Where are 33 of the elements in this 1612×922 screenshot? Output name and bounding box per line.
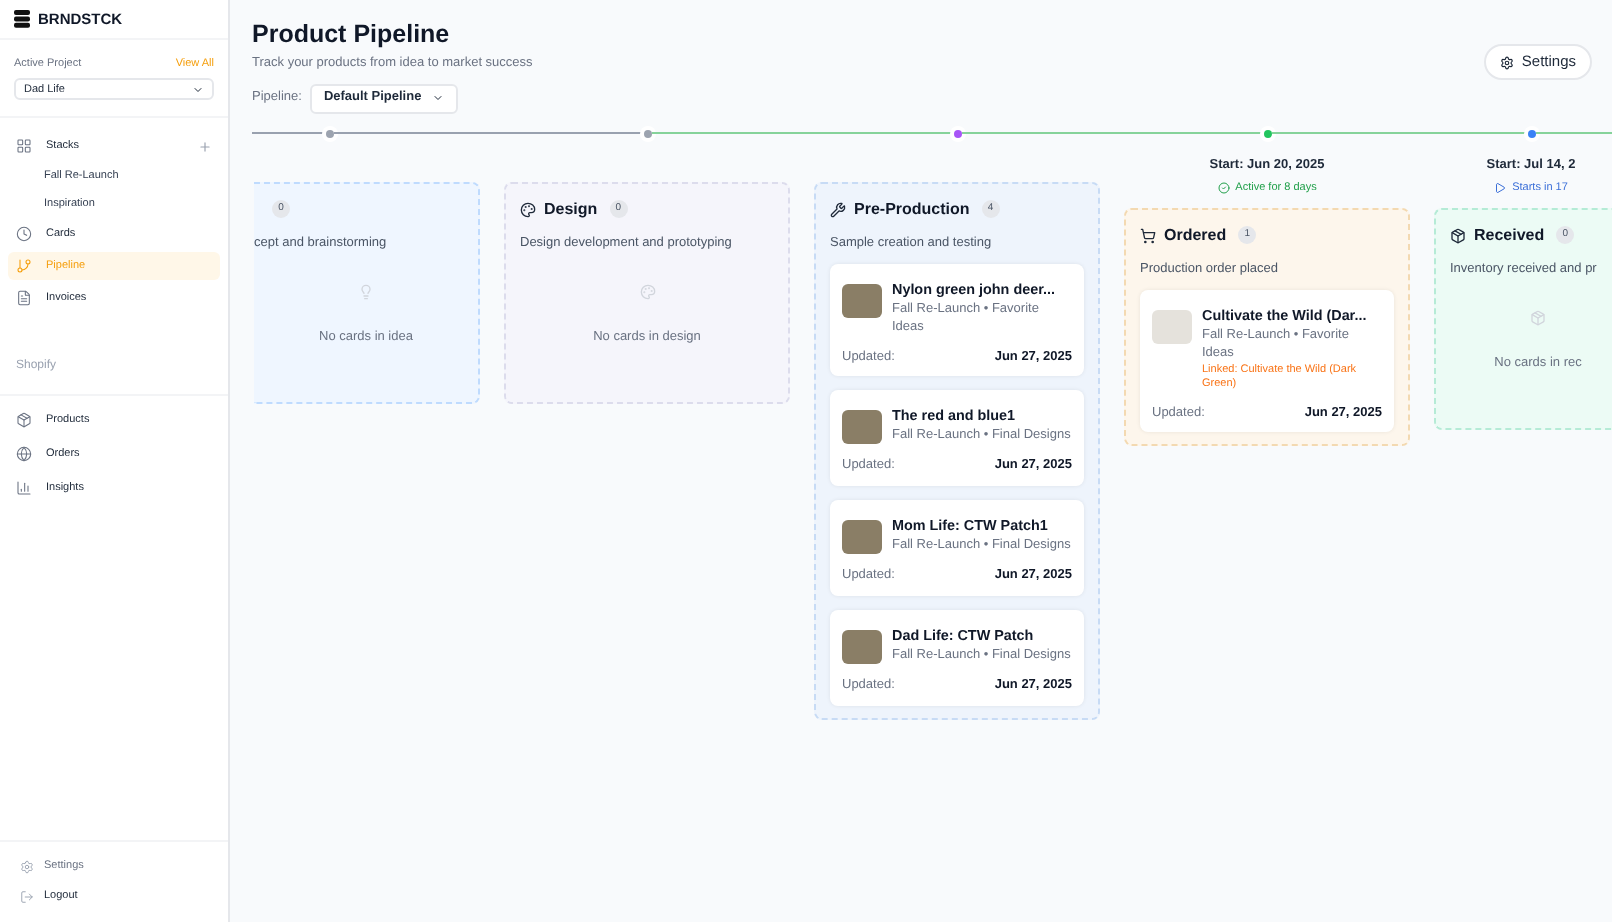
stage-title: Design (544, 197, 598, 222)
settings-icon (1499, 55, 1514, 69)
photo-placeholder (842, 283, 882, 317)
branch-icon (16, 258, 32, 275)
photo-placeholder (842, 520, 882, 554)
grid-icon (16, 138, 32, 155)
add-icon[interactable] (198, 139, 212, 154)
photo-placeholder (842, 629, 882, 664)
logout-icon (20, 890, 34, 904)
cart-icon (1140, 227, 1156, 244)
globe-icon (16, 446, 32, 463)
settings-icon (20, 860, 34, 874)
box-icon (16, 412, 32, 429)
palette-icon (639, 283, 655, 299)
stage-title: Received (1474, 223, 1545, 248)
chevron-down-icon (192, 83, 204, 96)
palette-icon (520, 201, 536, 218)
photo-placeholder (842, 410, 882, 445)
chevron-down-icon (431, 92, 444, 105)
play-icon (1494, 181, 1507, 194)
logo-icon (14, 10, 30, 28)
bar-chart-icon (16, 480, 32, 497)
check-circle-icon (1217, 181, 1230, 194)
stage-title: Pre-Production (854, 197, 970, 222)
box-icon (1530, 309, 1546, 325)
wrench-icon (830, 201, 846, 218)
photo-placeholder (1152, 309, 1192, 343)
stage-title: Ordered (1164, 223, 1227, 248)
clock-icon (16, 226, 32, 243)
page-title: Product Pipeline (252, 18, 452, 50)
document-icon (16, 290, 32, 307)
box-icon (1450, 227, 1466, 244)
lightbulb-icon (358, 283, 374, 299)
